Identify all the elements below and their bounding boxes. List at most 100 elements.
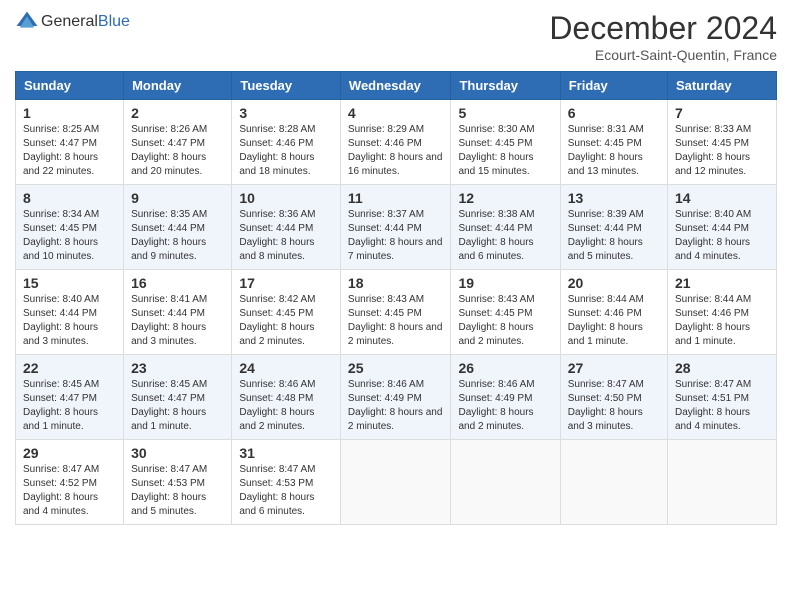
day-number: 14 <box>675 190 769 206</box>
table-row: 13 Sunrise: 8:39 AMSunset: 4:44 PMDaylig… <box>560 185 667 270</box>
day-number: 25 <box>348 360 444 376</box>
day-info: Sunrise: 8:47 AMSunset: 4:52 PMDaylight:… <box>23 464 99 517</box>
day-number: 9 <box>131 190 224 206</box>
day-info: Sunrise: 8:46 AMSunset: 4:48 PMDaylight:… <box>239 379 315 432</box>
table-row: 26 Sunrise: 8:46 AMSunset: 4:49 PMDaylig… <box>451 355 560 440</box>
day-number: 21 <box>675 275 769 291</box>
day-number: 24 <box>239 360 333 376</box>
day-number: 30 <box>131 445 224 461</box>
table-row: 17 Sunrise: 8:42 AMSunset: 4:45 PMDaylig… <box>232 270 341 355</box>
calendar-week-row: 15 Sunrise: 8:40 AMSunset: 4:44 PMDaylig… <box>16 270 777 355</box>
logo-text: GeneralBlue <box>41 13 130 31</box>
day-info: Sunrise: 8:39 AMSunset: 4:44 PMDaylight:… <box>568 209 644 262</box>
table-row: 15 Sunrise: 8:40 AMSunset: 4:44 PMDaylig… <box>16 270 124 355</box>
table-row: 2 Sunrise: 8:26 AMSunset: 4:47 PMDayligh… <box>124 100 232 185</box>
day-info: Sunrise: 8:25 AMSunset: 4:47 PMDaylight:… <box>23 124 99 177</box>
table-row <box>340 440 451 525</box>
table-row: 22 Sunrise: 8:45 AMSunset: 4:47 PMDaylig… <box>16 355 124 440</box>
calendar-week-row: 22 Sunrise: 8:45 AMSunset: 4:47 PMDaylig… <box>16 355 777 440</box>
col-sunday: Sunday <box>16 72 124 100</box>
table-row: 3 Sunrise: 8:28 AMSunset: 4:46 PMDayligh… <box>232 100 341 185</box>
day-number: 12 <box>458 190 552 206</box>
table-row: 20 Sunrise: 8:44 AMSunset: 4:46 PMDaylig… <box>560 270 667 355</box>
day-number: 3 <box>239 105 333 121</box>
logo-general: General <box>41 13 98 31</box>
table-row: 5 Sunrise: 8:30 AMSunset: 4:45 PMDayligh… <box>451 100 560 185</box>
col-friday: Friday <box>560 72 667 100</box>
day-number: 15 <box>23 275 116 291</box>
day-info: Sunrise: 8:29 AMSunset: 4:46 PMDaylight:… <box>348 124 443 177</box>
col-monday: Monday <box>124 72 232 100</box>
day-info: Sunrise: 8:41 AMSunset: 4:44 PMDaylight:… <box>131 294 207 347</box>
table-row: 23 Sunrise: 8:45 AMSunset: 4:47 PMDaylig… <box>124 355 232 440</box>
day-info: Sunrise: 8:47 AMSunset: 4:53 PMDaylight:… <box>131 464 207 517</box>
table-row: 4 Sunrise: 8:29 AMSunset: 4:46 PMDayligh… <box>340 100 451 185</box>
day-number: 20 <box>568 275 660 291</box>
table-row: 31 Sunrise: 8:47 AMSunset: 4:53 PMDaylig… <box>232 440 341 525</box>
day-info: Sunrise: 8:47 AMSunset: 4:50 PMDaylight:… <box>568 379 644 432</box>
day-info: Sunrise: 8:43 AMSunset: 4:45 PMDaylight:… <box>458 294 534 347</box>
day-number: 6 <box>568 105 660 121</box>
day-info: Sunrise: 8:30 AMSunset: 4:45 PMDaylight:… <box>458 124 534 177</box>
day-number: 18 <box>348 275 444 291</box>
calendar-week-row: 1 Sunrise: 8:25 AMSunset: 4:47 PMDayligh… <box>16 100 777 185</box>
day-info: Sunrise: 8:45 AMSunset: 4:47 PMDaylight:… <box>23 379 99 432</box>
day-info: Sunrise: 8:46 AMSunset: 4:49 PMDaylight:… <box>458 379 534 432</box>
day-info: Sunrise: 8:26 AMSunset: 4:47 PMDaylight:… <box>131 124 207 177</box>
calendar-header-row: Sunday Monday Tuesday Wednesday Thursday… <box>16 72 777 100</box>
day-info: Sunrise: 8:43 AMSunset: 4:45 PMDaylight:… <box>348 294 443 347</box>
day-info: Sunrise: 8:38 AMSunset: 4:44 PMDaylight:… <box>458 209 534 262</box>
table-row <box>451 440 560 525</box>
table-row: 14 Sunrise: 8:40 AMSunset: 4:44 PMDaylig… <box>668 185 777 270</box>
day-info: Sunrise: 8:34 AMSunset: 4:45 PMDaylight:… <box>23 209 99 262</box>
table-row: 30 Sunrise: 8:47 AMSunset: 4:53 PMDaylig… <box>124 440 232 525</box>
title-area: December 2024 Ecourt-Saint-Quentin, Fran… <box>549 10 777 63</box>
day-number: 23 <box>131 360 224 376</box>
table-row: 12 Sunrise: 8:38 AMSunset: 4:44 PMDaylig… <box>451 185 560 270</box>
day-number: 11 <box>348 190 444 206</box>
day-number: 1 <box>23 105 116 121</box>
day-number: 17 <box>239 275 333 291</box>
table-row: 11 Sunrise: 8:37 AMSunset: 4:44 PMDaylig… <box>340 185 451 270</box>
day-number: 27 <box>568 360 660 376</box>
calendar-week-row: 29 Sunrise: 8:47 AMSunset: 4:52 PMDaylig… <box>16 440 777 525</box>
table-row: 29 Sunrise: 8:47 AMSunset: 4:52 PMDaylig… <box>16 440 124 525</box>
day-info: Sunrise: 8:46 AMSunset: 4:49 PMDaylight:… <box>348 379 443 432</box>
day-info: Sunrise: 8:45 AMSunset: 4:47 PMDaylight:… <box>131 379 207 432</box>
table-row: 16 Sunrise: 8:41 AMSunset: 4:44 PMDaylig… <box>124 270 232 355</box>
col-wednesday: Wednesday <box>340 72 451 100</box>
day-info: Sunrise: 8:40 AMSunset: 4:44 PMDaylight:… <box>23 294 99 347</box>
day-number: 13 <box>568 190 660 206</box>
day-number: 29 <box>23 445 116 461</box>
calendar-week-row: 8 Sunrise: 8:34 AMSunset: 4:45 PMDayligh… <box>16 185 777 270</box>
table-row: 25 Sunrise: 8:46 AMSunset: 4:49 PMDaylig… <box>340 355 451 440</box>
day-info: Sunrise: 8:47 AMSunset: 4:53 PMDaylight:… <box>239 464 315 517</box>
day-number: 2 <box>131 105 224 121</box>
table-row: 6 Sunrise: 8:31 AMSunset: 4:45 PMDayligh… <box>560 100 667 185</box>
month-title: December 2024 <box>549 10 777 47</box>
day-number: 7 <box>675 105 769 121</box>
day-info: Sunrise: 8:47 AMSunset: 4:51 PMDaylight:… <box>675 379 751 432</box>
subtitle: Ecourt-Saint-Quentin, France <box>549 47 777 63</box>
table-row: 10 Sunrise: 8:36 AMSunset: 4:44 PMDaylig… <box>232 185 341 270</box>
day-number: 26 <box>458 360 552 376</box>
day-info: Sunrise: 8:31 AMSunset: 4:45 PMDaylight:… <box>568 124 644 177</box>
table-row: 21 Sunrise: 8:44 AMSunset: 4:46 PMDaylig… <box>668 270 777 355</box>
col-tuesday: Tuesday <box>232 72 341 100</box>
day-info: Sunrise: 8:44 AMSunset: 4:46 PMDaylight:… <box>675 294 751 347</box>
day-info: Sunrise: 8:40 AMSunset: 4:44 PMDaylight:… <box>675 209 751 262</box>
day-info: Sunrise: 8:36 AMSunset: 4:44 PMDaylight:… <box>239 209 315 262</box>
day-info: Sunrise: 8:42 AMSunset: 4:45 PMDaylight:… <box>239 294 315 347</box>
day-number: 28 <box>675 360 769 376</box>
day-number: 10 <box>239 190 333 206</box>
calendar-table: Sunday Monday Tuesday Wednesday Thursday… <box>15 71 777 525</box>
day-number: 19 <box>458 275 552 291</box>
day-info: Sunrise: 8:33 AMSunset: 4:45 PMDaylight:… <box>675 124 751 177</box>
day-number: 8 <box>23 190 116 206</box>
day-info: Sunrise: 8:28 AMSunset: 4:46 PMDaylight:… <box>239 124 315 177</box>
table-row: 19 Sunrise: 8:43 AMSunset: 4:45 PMDaylig… <box>451 270 560 355</box>
table-row: 9 Sunrise: 8:35 AMSunset: 4:44 PMDayligh… <box>124 185 232 270</box>
table-row: 24 Sunrise: 8:46 AMSunset: 4:48 PMDaylig… <box>232 355 341 440</box>
day-number: 5 <box>458 105 552 121</box>
day-info: Sunrise: 8:37 AMSunset: 4:44 PMDaylight:… <box>348 209 443 262</box>
